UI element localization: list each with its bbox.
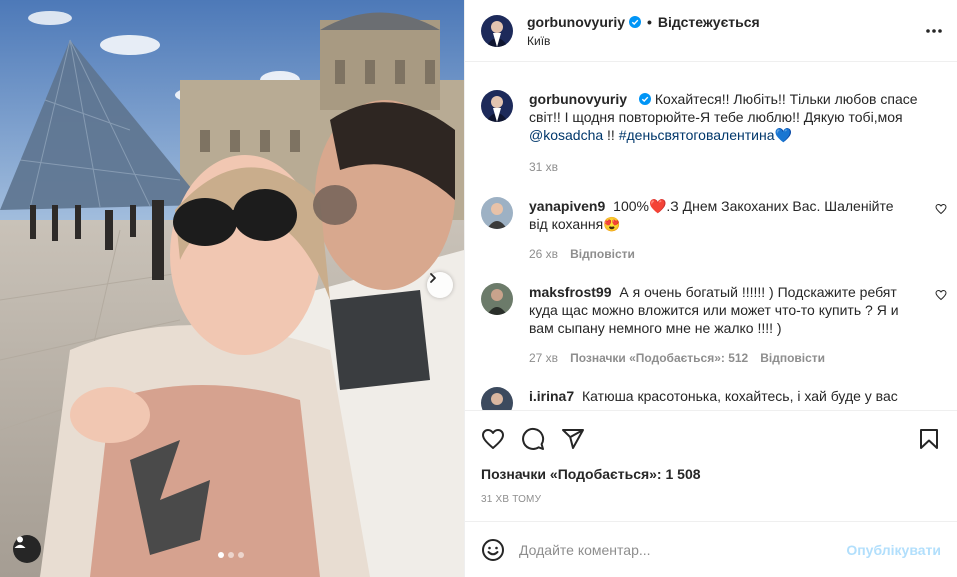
tagged-users-button[interactable]: [13, 535, 41, 563]
commenter-avatar[interactable]: [481, 387, 513, 410]
comment-item: i.irina7 Катюша красотонька, кохайтесь, …: [465, 387, 957, 410]
caption-time[interactable]: 31 хв: [529, 158, 558, 176]
carousel-indicator: [218, 552, 244, 558]
commenter-avatar-image: [481, 283, 513, 315]
comment-item: maksfrost99 А я очень богатый !!!!!! ) П…: [465, 283, 957, 367]
ellipsis-icon: [926, 29, 942, 33]
publish-button[interactable]: Опублікувати: [846, 542, 941, 558]
user-icon: [14, 536, 26, 548]
reply-button[interactable]: Відповісти: [760, 349, 825, 367]
post-caption: gorbunovyuriy Кохайтеся!! Любіть!! Тільк…: [465, 90, 957, 176]
like-button[interactable]: [481, 427, 505, 451]
chevron-right-icon: [430, 273, 436, 283]
comment-input[interactable]: [519, 541, 839, 558]
comment-bubble-icon: [522, 427, 545, 450]
instagram-post: gorbunovyuriy • Відстежується Київ gorbu…: [0, 0, 957, 577]
author-avatar[interactable]: [481, 14, 513, 47]
comment-like-icon[interactable]: [935, 203, 947, 215]
add-comment-bar: Опублікувати: [465, 521, 957, 577]
comment-item: yanapiven9 100%❤️.З Днем Закоханих Вас. …: [465, 197, 957, 263]
verified-badge-icon: [629, 15, 642, 28]
comment-button[interactable]: [521, 427, 545, 451]
photo-illustration: [0, 0, 464, 577]
mention-link[interactable]: @kosadcha: [529, 127, 603, 143]
bookmark-icon: [920, 428, 938, 449]
caption-author-avatar[interactable]: [481, 90, 513, 122]
reply-button[interactable]: Відповісти: [570, 245, 635, 263]
next-slide-button[interactable]: [427, 272, 453, 298]
carousel-dot: [228, 552, 234, 558]
commenter-avatar[interactable]: [481, 197, 513, 229]
author-avatar-image: [481, 14, 513, 47]
post-timestamp[interactable]: 31 хв тому: [465, 494, 957, 505]
comment-likes-count[interactable]: Позначки «Подобається»: 512: [570, 349, 748, 367]
caption-text-after: !!: [603, 127, 619, 143]
post-side-panel: gorbunovyuriy • Відстежується Київ gorbu…: [464, 0, 957, 577]
blue-heart-emoji: 💙: [774, 127, 792, 143]
comment-like-icon[interactable]: [935, 289, 947, 301]
comment-text: Катюша красотонька, кохайтесь, і хай буд…: [529, 388, 898, 410]
more-options-button[interactable]: [925, 22, 943, 43]
author-username[interactable]: gorbunovyuriy: [527, 14, 625, 30]
caption-avatar-image: [481, 90, 513, 122]
hashtag-link[interactable]: #деньсвятоговалентина: [619, 127, 775, 143]
save-button[interactable]: [917, 427, 941, 451]
post-actions: Позначки «Подобається»: 1 508 31 хв тому: [465, 410, 957, 530]
commenter-avatar[interactable]: [481, 283, 513, 315]
following-button[interactable]: Відстежується: [658, 14, 760, 30]
commenter-avatar-image: [481, 387, 513, 410]
commenter-username[interactable]: maksfrost99: [529, 284, 612, 300]
carousel-dot: [238, 552, 244, 558]
emoji-button[interactable]: [481, 538, 505, 562]
commenter-avatar-image: [481, 197, 513, 229]
comment-time[interactable]: 26 хв: [529, 245, 558, 263]
header-separator: •: [647, 13, 652, 30]
commenter-username[interactable]: yanapiven9: [529, 198, 605, 214]
likes-count[interactable]: Позначки «Подобається»: 1 508: [465, 466, 957, 482]
caption-username[interactable]: gorbunovyuriy: [529, 91, 627, 107]
post-header: gorbunovyuriy • Відстежується Київ: [465, 0, 957, 62]
post-location[interactable]: Київ: [527, 34, 760, 48]
comment-time[interactable]: 27 хв: [529, 349, 558, 367]
comments-list[interactable]: gorbunovyuriy Кохайтеся!! Любіть!! Тільк…: [465, 63, 957, 410]
smiley-icon: [482, 538, 504, 561]
heart-icon: [482, 428, 504, 449]
post-photo[interactable]: [0, 0, 464, 577]
share-button[interactable]: [561, 427, 585, 451]
carousel-dot-active: [218, 552, 224, 558]
commenter-username[interactable]: i.irina7: [529, 388, 574, 404]
verified-badge-icon: [638, 93, 651, 105]
paper-plane-icon: [562, 428, 584, 449]
